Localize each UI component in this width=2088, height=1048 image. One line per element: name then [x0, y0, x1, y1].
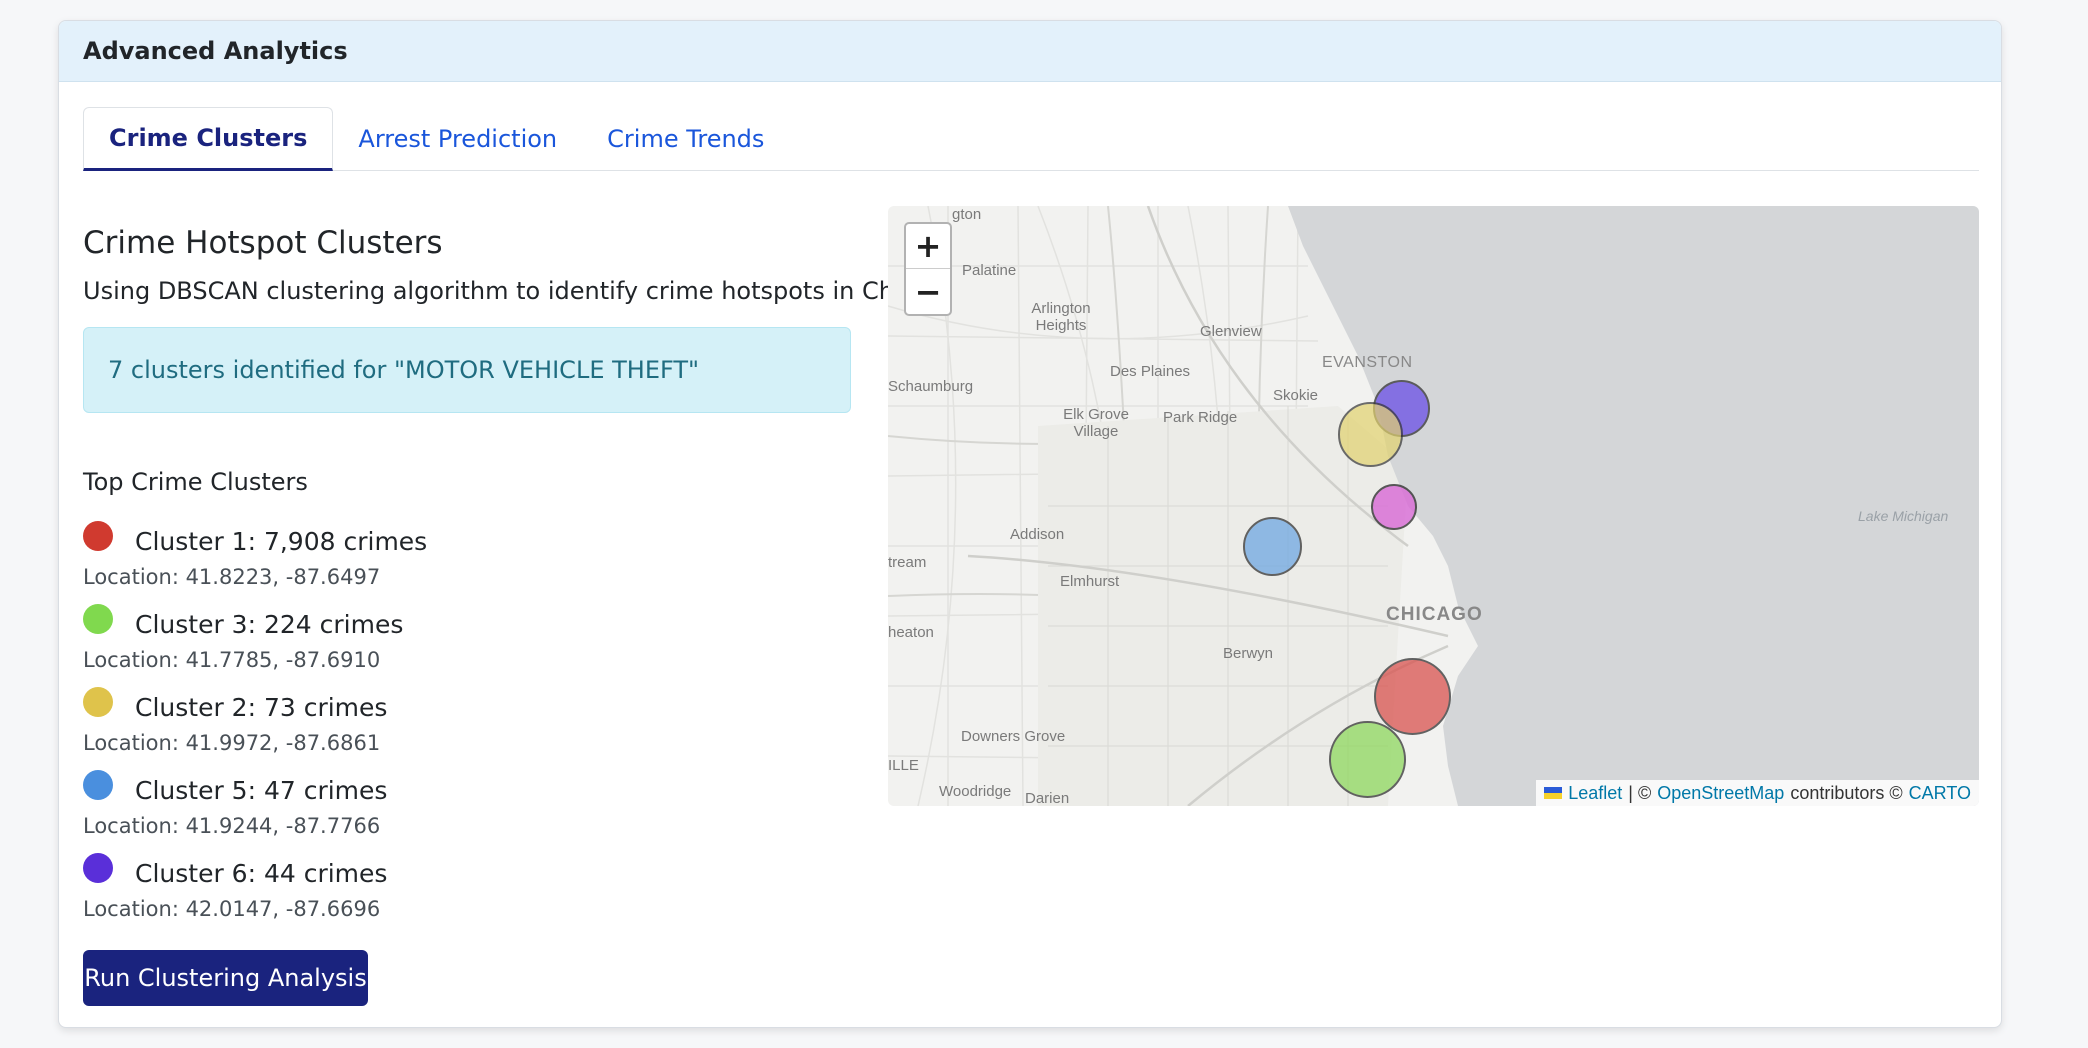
cluster-location: Location: 41.9972, -87.6861 [83, 731, 381, 755]
cluster-color-dot [83, 521, 113, 551]
cluster-location: Location: 41.8223, -87.6497 [83, 565, 381, 589]
map-label: Berwyn [1223, 645, 1274, 662]
map-label: Schaumburg [888, 378, 974, 395]
cluster-name: Cluster 3: 224 crimes [135, 610, 404, 639]
map-label: tream [888, 554, 927, 571]
map-label: Palatine [962, 262, 1017, 279]
cluster-map[interactable]: gton Palatine Arlington Heights Glenview… [888, 206, 1979, 806]
cluster-2-marker[interactable] [1338, 402, 1403, 467]
map-label: Darien [1025, 790, 1070, 806]
map-label: heaton [888, 624, 934, 641]
map-label: EVANSTON [1322, 354, 1413, 371]
cluster-color-dot [83, 687, 113, 717]
cluster-location: Location: 42.0147, -87.6696 [83, 897, 381, 921]
list-item: Cluster 1: 7,908 crimes Location: 41.822… [83, 517, 843, 600]
top-clusters-heading: Top Crime Clusters [83, 468, 308, 496]
cluster-location: Location: 41.9244, -87.7766 [83, 814, 381, 838]
list-item: Cluster 3: 224 crimes Location: 41.7785,… [83, 600, 843, 683]
cluster-5-marker[interactable] [1243, 517, 1302, 576]
map-label: Arlington Heights [1031, 300, 1091, 334]
run-clustering-button[interactable]: Run Clustering Analysis [83, 950, 368, 1006]
cluster-name: Cluster 5: 47 crimes [135, 776, 388, 805]
map-label: Woodridge [939, 783, 1012, 800]
map-label: Lake Michigan [1858, 508, 1949, 524]
cluster-3-marker[interactable] [1329, 721, 1406, 798]
map-label: Elk Grove Village [1063, 406, 1129, 440]
map-label: Park Ridge [1163, 409, 1238, 426]
cluster-name: Cluster 1: 7,908 crimes [135, 527, 428, 556]
leaflet-link[interactable]: Leaflet [1568, 783, 1622, 804]
carto-link[interactable]: CARTO [1909, 783, 1971, 804]
map-label: Elmhurst [1060, 573, 1120, 590]
zoom-out-button[interactable]: − [906, 269, 950, 314]
tab-bar: Crime Clusters Arrest Prediction Crime T… [83, 106, 1979, 171]
info-alert: 7 clusters identified for "MOTOR VEHICLE… [83, 327, 851, 413]
cluster-name: Cluster 2: 73 crimes [135, 693, 388, 722]
card-header: Advanced Analytics [59, 21, 2001, 82]
cluster-color-dot [83, 853, 113, 883]
list-item: Cluster 5: 47 crimes Location: 41.9244, … [83, 766, 843, 849]
osm-link[interactable]: OpenStreetMap [1657, 783, 1784, 804]
map-label: gton [952, 206, 982, 223]
list-item: Cluster 2: 73 crimes Location: 41.9972, … [83, 683, 843, 766]
alert-text: 7 clusters identified for "MOTOR VEHICLE… [108, 356, 700, 384]
map-label: CHICAGO [1386, 604, 1483, 625]
tab-arrest-prediction[interactable]: Arrest Prediction [333, 107, 582, 171]
tab-crime-trends[interactable]: Crime Trends [582, 107, 789, 171]
section-title: Crime Hotspot Clusters [83, 225, 443, 261]
zoom-in-button[interactable]: + [906, 224, 950, 269]
map-label: Des Plaines [1110, 363, 1191, 380]
map-label: ILLE [888, 757, 919, 774]
map-label: Addison [1010, 526, 1065, 543]
ukraine-flag-icon [1544, 787, 1563, 799]
card-title: Advanced Analytics [83, 37, 348, 65]
attribution-separator: | © [1628, 782, 1652, 803]
map-label: Skokie [1273, 387, 1319, 404]
cluster-1-marker[interactable] [1374, 658, 1451, 735]
cluster-location: Location: 41.7785, -87.6910 [83, 648, 381, 672]
zoom-control: + − [904, 222, 952, 316]
map-label: Glenview [1200, 323, 1262, 340]
tab-crime-clusters[interactable]: Crime Clusters [83, 107, 334, 171]
analytics-card: Advanced Analytics Crime Clusters Arrest… [58, 20, 2002, 1028]
cluster-list: Cluster 1: 7,908 crimes Location: 41.822… [83, 517, 843, 932]
cluster-color-dot [83, 604, 113, 634]
list-item: Cluster 6: 44 crimes Location: 42.0147, … [83, 849, 843, 932]
cluster-color-dot [83, 770, 113, 800]
map-label: Downers Grove [961, 728, 1066, 745]
attribution-contributors: contributors © [1790, 782, 1903, 803]
cluster-name: Cluster 6: 44 crimes [135, 859, 388, 888]
cluster-4-marker[interactable] [1371, 484, 1417, 530]
section-description: Using DBSCAN clustering algorithm to ide… [83, 277, 959, 305]
map-attribution: Leaflet | © OpenStreetMap contributors ©… [1536, 780, 1979, 806]
